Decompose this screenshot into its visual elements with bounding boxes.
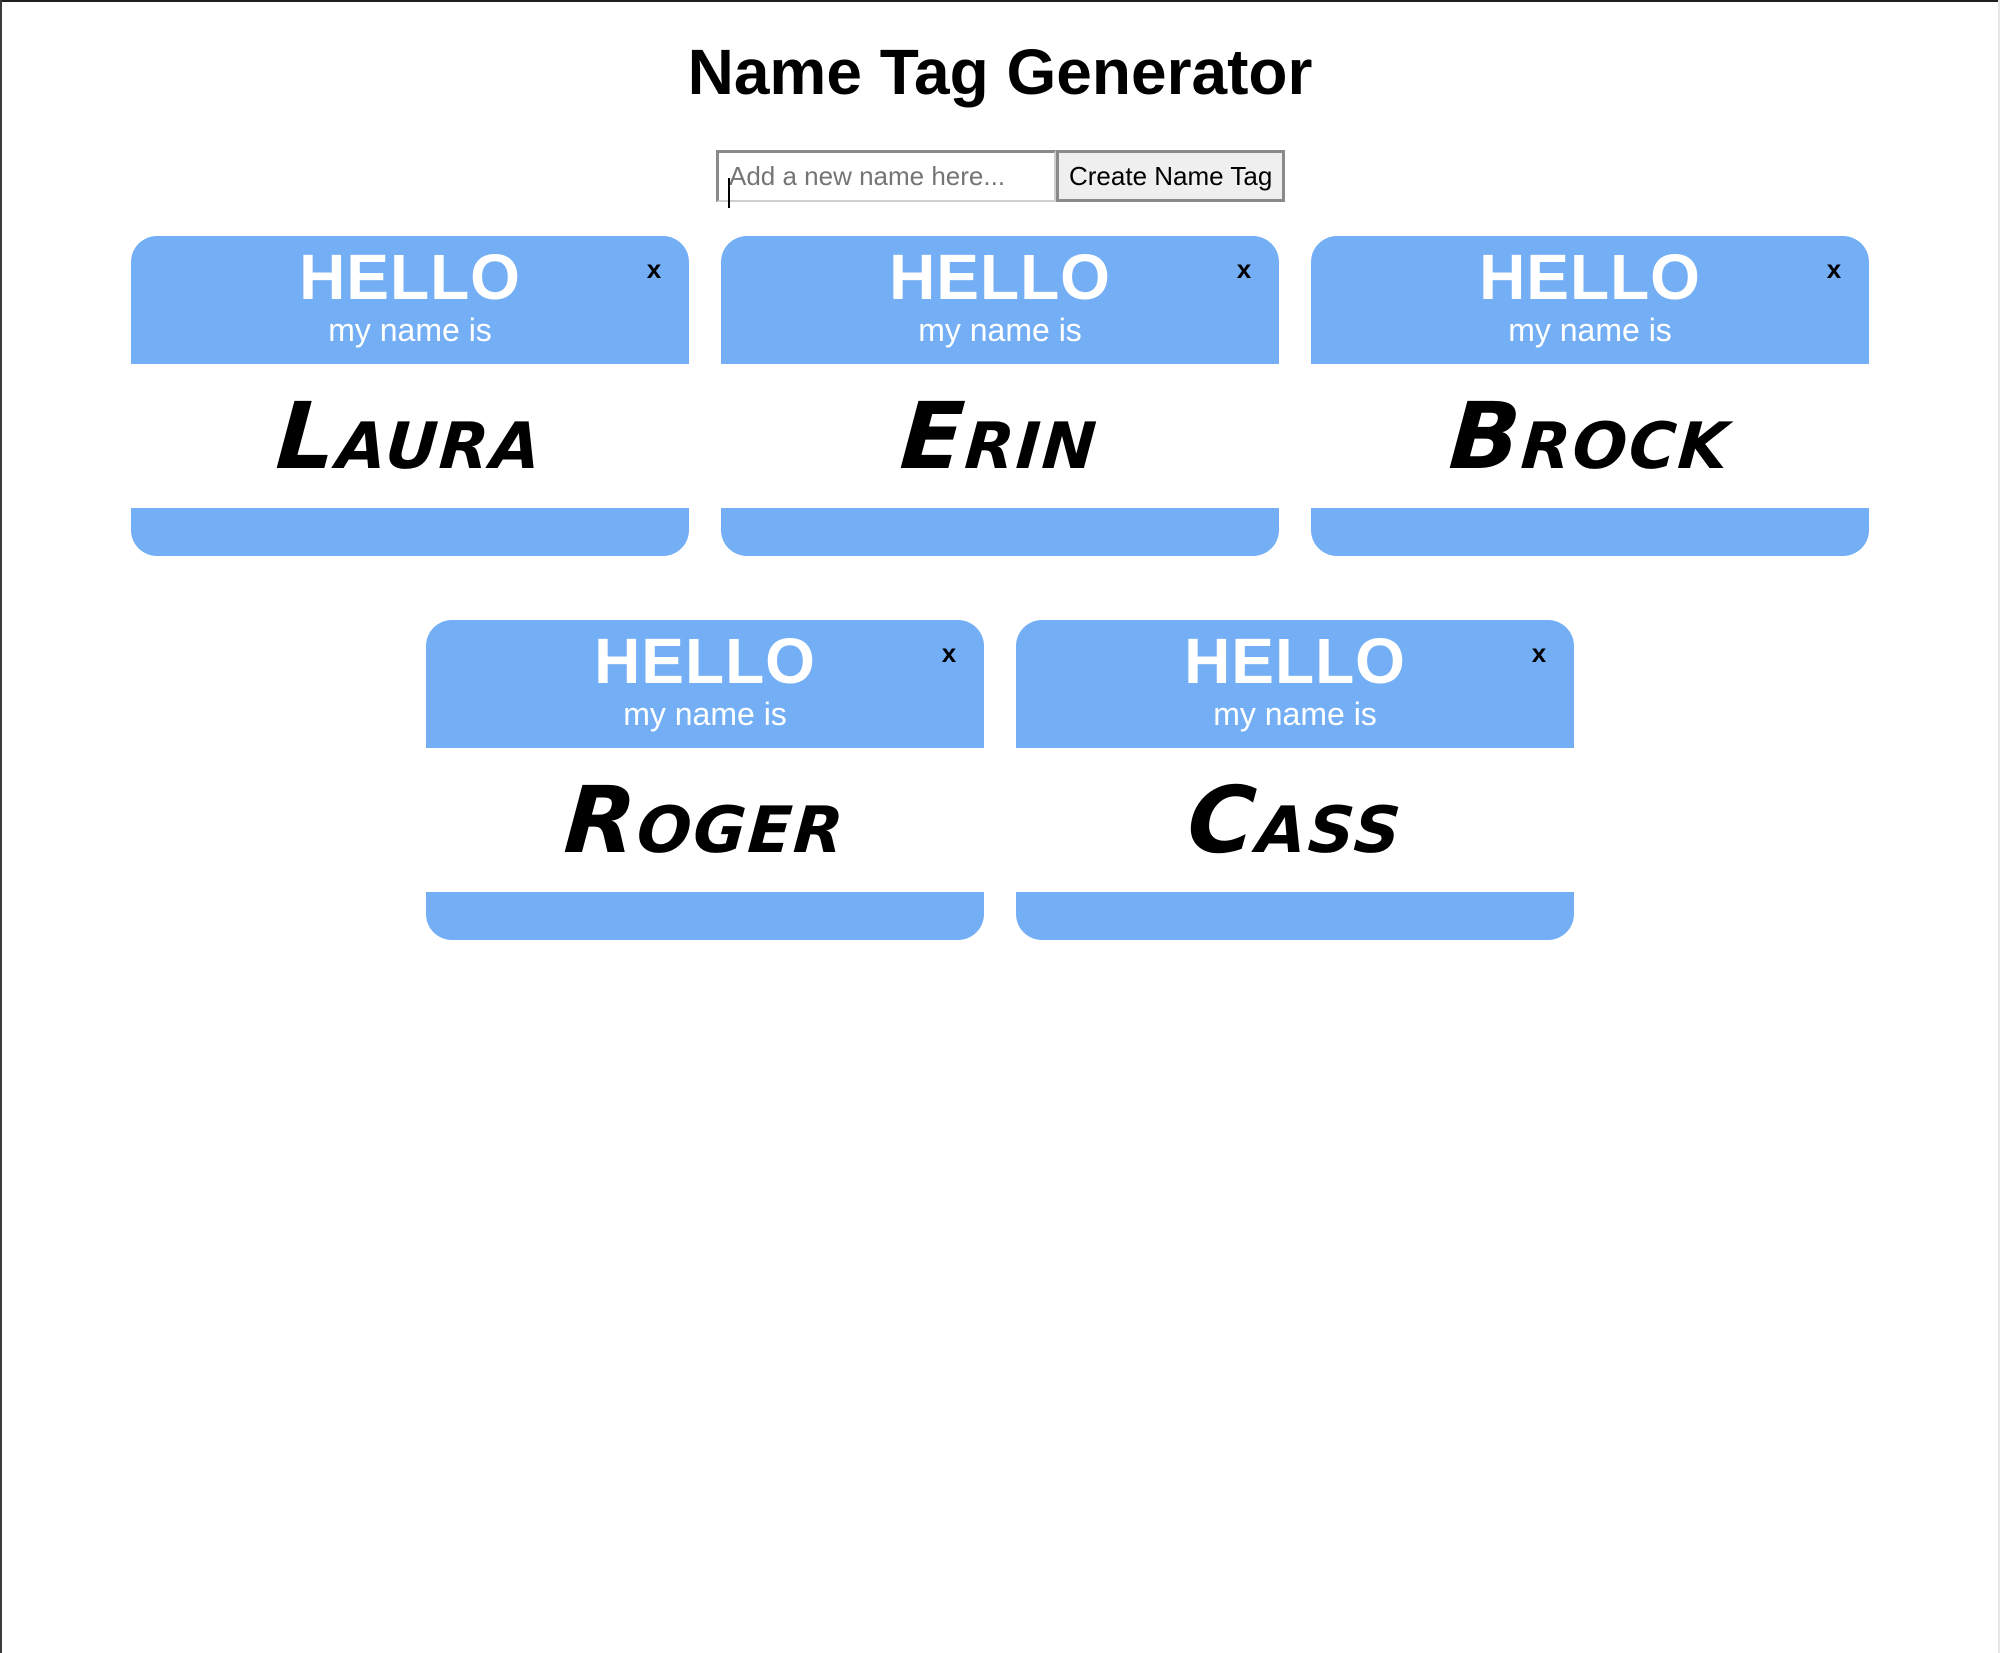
tag-name-area: Erin <box>721 364 1279 508</box>
tag-name-area: Brock <box>1311 364 1869 508</box>
tag-hello-heading: HELLO <box>299 241 521 313</box>
remove-tag-button[interactable]: x <box>1229 254 1259 284</box>
text-cursor <box>728 178 730 208</box>
tag-name: Laura <box>273 382 547 490</box>
tag-name: Erin <box>897 382 1103 490</box>
tag-subtitle: my name is <box>1213 696 1377 732</box>
tag-hello-heading: HELLO <box>1184 625 1406 697</box>
remove-tag-button[interactable]: x <box>639 254 669 284</box>
tag-name-area: Laura <box>131 364 689 508</box>
tag-subtitle: my name is <box>623 696 787 732</box>
tag-subtitle: my name is <box>1508 312 1672 348</box>
name-tag-list: HELLO my name is x Laura HELLO my name i… <box>120 236 1880 940</box>
name-tag: HELLO my name is x Erin <box>721 236 1279 556</box>
remove-tag-button[interactable]: x <box>934 638 964 668</box>
name-tag: HELLO my name is x Laura <box>131 236 689 556</box>
tag-name: Roger <box>560 766 850 874</box>
tag-hello-heading: HELLO <box>1479 241 1701 313</box>
tag-hello-heading: HELLO <box>594 625 816 697</box>
create-name-tag-button[interactable]: Create Name Tag <box>1056 150 1286 202</box>
tag-name: Brock <box>1446 382 1734 490</box>
name-tag: HELLO my name is x Brock <box>1311 236 1869 556</box>
page-title: Name Tag Generator <box>687 36 1313 108</box>
name-tag: HELLO my name is x Cass <box>1016 620 1574 940</box>
tag-hello-heading: HELLO <box>889 241 1111 313</box>
window-top-border <box>0 0 2000 2</box>
window-left-border <box>0 0 2 1653</box>
name-tag-form: Create Name Tag <box>716 150 1286 202</box>
tag-name: Cass <box>1183 766 1407 874</box>
tag-subtitle: my name is <box>328 312 492 348</box>
remove-tag-button[interactable]: x <box>1819 254 1849 284</box>
tag-name-area: Roger <box>426 748 984 892</box>
tag-name-area: Cass <box>1016 748 1574 892</box>
tag-subtitle: my name is <box>918 312 1082 348</box>
name-input[interactable] <box>716 150 1056 202</box>
remove-tag-button[interactable]: x <box>1524 638 1554 668</box>
name-tag: HELLO my name is x Roger <box>426 620 984 940</box>
